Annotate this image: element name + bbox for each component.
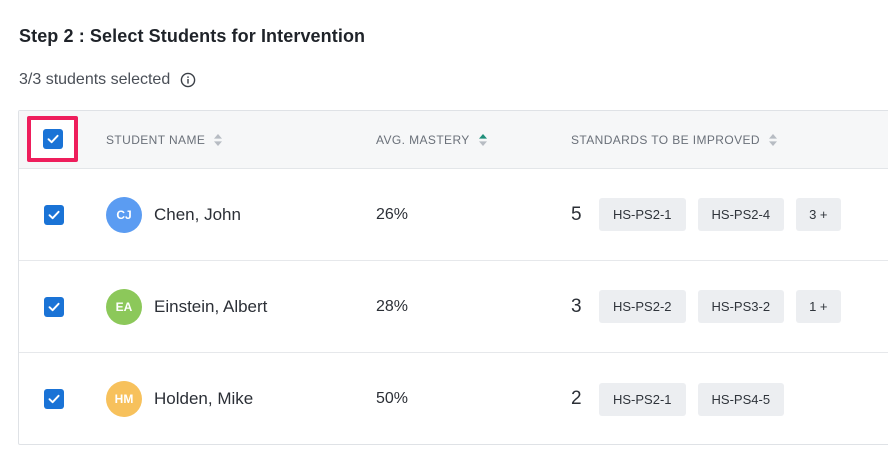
table-header: STUDENT NAME AVG. MASTERY STANDARDS TO B… (19, 111, 888, 169)
avatar: CJ (106, 196, 142, 233)
table-row[interactable]: EA Einstein, Albert 28% 3 HS-PS2-2 HS-PS… (19, 261, 888, 353)
standards-count: 5 (571, 203, 582, 225)
step-title: Step 2 : Select Students for Interventio… (19, 26, 366, 46)
checkmark-icon (48, 302, 60, 311)
mastery-cell: 28% (376, 261, 408, 352)
standard-chip[interactable]: HS-PS2-2 (599, 290, 686, 323)
select-all-highlight (27, 116, 78, 162)
mastery-cell: 26% (376, 169, 408, 260)
standards-count: 3 (571, 295, 582, 317)
column-label-student-name: STUDENT NAME (106, 132, 206, 147)
select-all-checkbox[interactable] (42, 129, 63, 149)
standard-chip[interactable]: HS-PS2-1 (599, 198, 686, 231)
student-name: Holden, Mike (154, 389, 254, 408)
standards-count: 2 (571, 388, 582, 409)
standards-cell: 3 HS-PS2-2 HS-PS3-2 1 + (571, 261, 853, 352)
column-avg-mastery[interactable]: AVG. MASTERY (376, 111, 488, 168)
more-standards-chip[interactable]: 3 + (796, 198, 841, 231)
avatar: HM (106, 381, 142, 417)
row-checkbox[interactable] (44, 389, 64, 409)
checkmark-icon (48, 394, 60, 404)
avg-mastery-value: 50% (376, 390, 409, 407)
row-checkbox[interactable] (44, 204, 64, 225)
sort-icon[interactable] (213, 133, 223, 147)
selection-summary: 3/3 students selected (19, 71, 196, 89)
standard-chip[interactable]: HS-PS4-5 (697, 382, 785, 416)
standards-cell: 2 HS-PS2-1 HS-PS4-5 (571, 353, 796, 445)
column-label-avg-mastery: AVG. MASTERY (376, 132, 470, 147)
column-student-name[interactable]: STUDENT NAME (106, 111, 223, 168)
student-name: Chen, John (154, 204, 241, 224)
student-cell: HM Holden, Mike (106, 353, 253, 445)
checkmark-icon (47, 134, 59, 144)
student-cell: CJ Chen, John (106, 169, 241, 260)
students-table: STUDENT NAME AVG. MASTERY STANDARDS TO B… (18, 110, 888, 445)
row-checkbox-cell (44, 169, 64, 260)
student-name: Einstein, Albert (154, 296, 268, 316)
student-cell: EA Einstein, Albert (106, 261, 267, 352)
avg-mastery-value: 26% (376, 205, 409, 223)
info-icon[interactable] (180, 72, 196, 88)
standard-chip[interactable]: HS-PS2-1 (599, 382, 686, 416)
column-label-standards: STANDARDS TO BE IMPROVED (571, 132, 760, 147)
mastery-cell: 50% (376, 353, 408, 445)
checkmark-icon (48, 210, 60, 219)
row-checkbox[interactable] (44, 296, 64, 317)
selected-count-text: 3/3 students selected (19, 71, 171, 88)
intervention-step-page: Step 2 : Select Students for Interventio… (0, 0, 888, 456)
row-checkbox-cell (44, 261, 64, 352)
sort-icon[interactable] (768, 133, 778, 147)
more-standards-chip[interactable]: 1 + (796, 290, 841, 323)
standard-chip[interactable]: HS-PS2-4 (697, 198, 785, 231)
column-standards[interactable]: STANDARDS TO BE IMPROVED (571, 111, 778, 168)
table-row[interactable]: HM Holden, Mike 50% 2 HS-PS2-1 HS-PS4-5 (19, 353, 888, 445)
standards-cell: 5 HS-PS2-1 HS-PS2-4 3 + (571, 169, 853, 260)
standard-chip[interactable]: HS-PS3-2 (697, 290, 785, 323)
sort-icon[interactable] (478, 133, 488, 147)
avg-mastery-value: 28% (376, 297, 409, 315)
avatar: EA (106, 288, 142, 325)
row-checkbox-cell (44, 353, 64, 445)
table-row[interactable]: CJ Chen, John 26% 5 HS-PS2-1 HS-PS2-4 3 … (19, 169, 888, 261)
